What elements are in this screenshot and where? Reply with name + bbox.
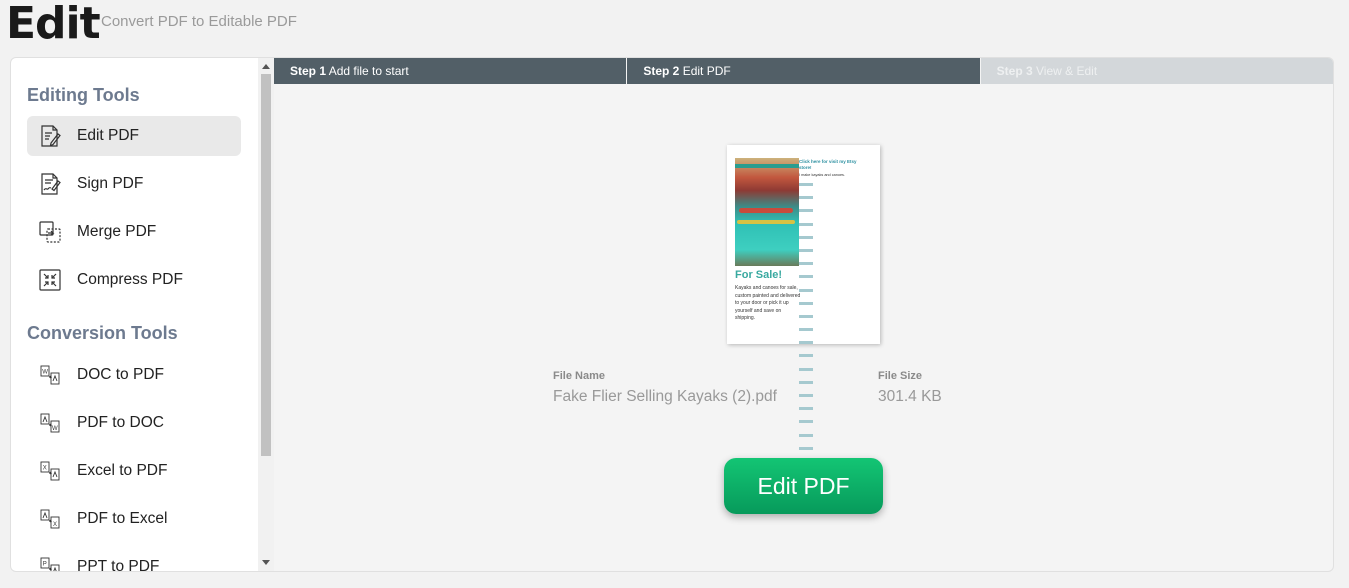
svg-text:X: X xyxy=(43,466,47,472)
step-label: View & Edit xyxy=(1036,64,1098,78)
sidebar-item-label: Merge PDF xyxy=(77,223,157,240)
merge-pdf-icon xyxy=(37,219,63,245)
svg-text:W: W xyxy=(42,370,48,376)
preview-side-heading: Click here for visit my Etsy store! xyxy=(799,159,857,170)
kayak-photo xyxy=(735,158,799,266)
sidebar-item-excel-to-pdf[interactable]: X Excel to PDF xyxy=(27,451,241,491)
sidebar-item-label: Edit PDF xyxy=(77,127,140,144)
sidebar-scrollbar[interactable] xyxy=(258,58,274,571)
step-2: Step 2 Edit PDF xyxy=(626,58,980,84)
step-number: Step 3 xyxy=(996,64,1033,78)
sidebar-item-label: DOC to PDF xyxy=(77,366,164,383)
sidebar: Editing Tools Edit PDF Sign PDF Merge PD… xyxy=(10,57,276,572)
sidebar-item-doc-to-pdf[interactable]: W DOC to PDF xyxy=(27,355,241,395)
excel-to-pdf-icon: X xyxy=(37,458,63,484)
edit-pdf-button[interactable]: Edit PDF xyxy=(724,458,883,514)
sidebar-item-ppt-to-pdf[interactable]: P PPT to PDF xyxy=(27,547,241,572)
sidebar-item-pdf-to-excel[interactable]: X PDF to Excel xyxy=(27,499,241,539)
pdf-to-doc-icon: W xyxy=(37,410,63,436)
step-progress-bar: Step 1 Add file to start Step 2 Edit PDF… xyxy=(274,58,1333,84)
file-name-block: File Name Fake Flier Selling Kayaks (2).… xyxy=(553,370,777,406)
svg-text:W: W xyxy=(52,426,58,432)
sidebar-item-merge-pdf[interactable]: Merge PDF xyxy=(27,212,241,252)
edit-pdf-icon xyxy=(37,123,63,149)
ppt-to-pdf-icon: P xyxy=(37,554,63,571)
step-label: Add file to start xyxy=(328,64,409,78)
sidebar-item-edit-pdf[interactable]: Edit PDF xyxy=(27,116,241,156)
step-3: Step 3 View & Edit xyxy=(979,58,1333,84)
file-size-block: File Size 301.4 KB xyxy=(878,370,942,406)
scroll-down-arrow-icon[interactable] xyxy=(262,560,270,565)
sidebar-item-label: Excel to PDF xyxy=(77,462,168,479)
sidebar-item-label: PPT to PDF xyxy=(77,558,160,572)
sign-pdf-icon xyxy=(37,171,63,197)
conversion-tools-title: Conversion Tools xyxy=(27,323,178,343)
file-name-label: File Name xyxy=(553,370,605,382)
svg-text:X: X xyxy=(53,522,57,528)
page-header: Edit Convert PDF to Editable PDF xyxy=(0,0,1349,52)
preview-side-lines xyxy=(799,183,829,460)
sidebar-item-sign-pdf[interactable]: Sign PDF xyxy=(27,164,241,204)
file-name-value: Fake Flier Selling Kayaks (2).pdf xyxy=(553,388,777,405)
editing-tools-title: Editing Tools xyxy=(27,85,140,105)
preview-description: Kayaks and canoes for sale, custom paint… xyxy=(735,285,801,322)
sidebar-item-label: Compress PDF xyxy=(77,271,183,288)
scroll-up-arrow-icon[interactable] xyxy=(262,64,270,69)
sidebar-item-label: PDF to Excel xyxy=(77,510,168,527)
sidebar-item-pdf-to-doc[interactable]: W PDF to DOC xyxy=(27,403,241,443)
step-number: Step 2 xyxy=(643,64,680,78)
sidebar-item-compress-pdf[interactable]: Compress PDF xyxy=(27,260,241,300)
pdf-thumbnail-preview: Click here for visit my Etsy store! I ma… xyxy=(727,145,880,450)
step-number: Step 1 xyxy=(290,64,327,78)
page-subtitle: Convert PDF to Editable PDF xyxy=(101,13,297,30)
sidebar-item-label: PDF to DOC xyxy=(77,414,164,431)
scrollbar-thumb[interactable] xyxy=(261,74,271,456)
file-size-value: 301.4 KB xyxy=(878,388,942,405)
step-label: Edit PDF xyxy=(682,64,731,78)
pdf-to-excel-icon: X xyxy=(37,506,63,532)
preview-side-subtext: I make kayaks and canoes. xyxy=(799,173,846,177)
svg-text:P: P xyxy=(43,562,47,568)
main-panel: Step 1 Add file to start Step 2 Edit PDF… xyxy=(274,57,1334,572)
doc-to-pdf-icon: W xyxy=(37,362,63,388)
preview-headline: For Sale! xyxy=(735,269,783,281)
step-1: Step 1 Add file to start xyxy=(274,58,627,84)
file-size-label: File Size xyxy=(878,370,923,382)
sidebar-item-label: Sign PDF xyxy=(77,175,144,192)
page-title: Edit xyxy=(6,0,101,49)
compress-pdf-icon xyxy=(37,267,63,293)
